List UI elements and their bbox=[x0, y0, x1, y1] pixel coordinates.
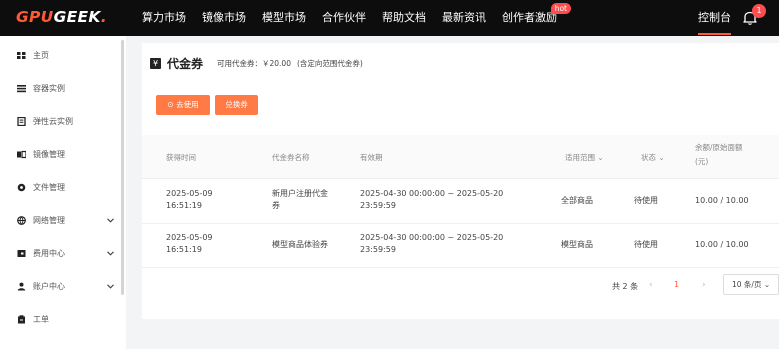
disk-icon bbox=[17, 183, 26, 192]
column-header-amount: 余额/原始面额 bbox=[695, 143, 743, 152]
sidebar-item-account-center[interactable]: 账户中心 bbox=[0, 270, 121, 303]
nav-model-market[interactable]: 模型市场 bbox=[262, 0, 306, 36]
voucher-card: ¥ 代金券 可用代金券：￥20.00 (含定向范围代金券) ⊙ 去使用 兑换券 获… bbox=[142, 43, 779, 319]
globe-icon bbox=[17, 216, 26, 225]
nav-creator-incentive[interactable]: 创作者激励 hot bbox=[502, 0, 571, 36]
nav-compute-market[interactable]: 算力市场 bbox=[142, 0, 186, 36]
table-row: 2025-05-09 16:51:19 模型商品体验券 2025-04-30 00… bbox=[142, 224, 779, 268]
column-header-amount-unit: (元) bbox=[695, 157, 709, 166]
column-header-scope-label: 适用范围 bbox=[565, 153, 595, 162]
column-header-name: 代金券名称 bbox=[272, 153, 310, 162]
voucher-table-header: 获得时间 代金券名称 有效期 适用范围 ⌄ 状态 ⌄ 余额/原始面额 (元) bbox=[142, 135, 779, 179]
page-size-select[interactable]: 10 条/页 ⌄ bbox=[723, 274, 779, 295]
sidebar-item-tickets[interactable]: 工单 bbox=[0, 303, 121, 336]
cell-scope: 全部商品 bbox=[561, 196, 593, 205]
chevron-down-icon bbox=[107, 218, 114, 223]
chevron-down-icon: ⌄ bbox=[597, 153, 604, 162]
sidebar-item-containers[interactable]: 容器实例 bbox=[0, 72, 121, 105]
nav-console[interactable]: 控制台 bbox=[698, 0, 731, 36]
cell-status: 待使用 bbox=[634, 196, 658, 205]
cell-amount: 10.00 / 10.00 bbox=[695, 240, 749, 249]
chevron-left-icon[interactable]: ‹ bbox=[649, 280, 653, 290]
cell-amount: 10.00 / 10.00 bbox=[695, 196, 749, 205]
sidebar-item-image-management[interactable]: 镜像管理 bbox=[0, 138, 121, 171]
chevron-down-icon: ⌄ bbox=[763, 280, 771, 289]
grid-icon bbox=[17, 52, 26, 59]
sidebar-item-label: 网络管理 bbox=[33, 216, 65, 225]
nav-creator-incentive-label: 创作者激励 bbox=[502, 11, 557, 24]
sidebar: 主页 容器实例 弹性云实例 镜像管理 文件管理 网络管理 费用中心 账户中心 工… bbox=[0, 36, 126, 349]
table-row: 2025-05-09 16:51:19 新用户注册代金券 2025-04-30 0… bbox=[142, 180, 779, 224]
main-nav: 算力市场 镜像市场 模型市场 合作伙伴 帮助文档 最新资讯 创作者激励 hot bbox=[142, 0, 573, 36]
sidebar-item-billing-center[interactable]: 费用中心 bbox=[0, 237, 121, 270]
column-header-time: 获得时间 bbox=[166, 153, 196, 162]
column-header-scope[interactable]: 适用范围 ⌄ bbox=[565, 152, 604, 163]
nav-help-docs[interactable]: 帮助文档 bbox=[382, 0, 426, 36]
sidebar-item-label: 文件管理 bbox=[33, 183, 65, 192]
sidebar-scrollbar[interactable] bbox=[121, 40, 124, 295]
nav-news[interactable]: 最新资讯 bbox=[442, 0, 486, 36]
column-header-status[interactable]: 状态 ⌄ bbox=[641, 152, 665, 163]
sidebar-item-label: 工单 bbox=[33, 315, 49, 324]
circle-arrow-icon: ⊙ bbox=[167, 100, 177, 109]
column-header-status-label: 状态 bbox=[641, 153, 656, 162]
column-header-validity: 有效期 bbox=[360, 153, 383, 162]
page-header: ¥ 代金券 bbox=[150, 55, 203, 72]
sidebar-item-network-management[interactable]: 网络管理 bbox=[0, 204, 121, 237]
pagination-total: 共 2 条 bbox=[612, 282, 639, 291]
sidebar-item-label: 账户中心 bbox=[33, 282, 65, 291]
yen-icon: ¥ bbox=[150, 58, 161, 69]
chevron-down-icon bbox=[107, 284, 114, 289]
cell-status: 待使用 bbox=[634, 240, 658, 249]
sidebar-item-label: 镜像管理 bbox=[33, 150, 65, 159]
sidebar-item-file-management[interactable]: 文件管理 bbox=[0, 171, 121, 204]
sidebar-item-label: 主页 bbox=[33, 51, 49, 60]
cell-voucher-name: 新用户注册代金券 bbox=[272, 189, 328, 210]
sidebar-item-home[interactable]: 主页 bbox=[0, 39, 121, 72]
chevron-down-icon bbox=[107, 251, 114, 256]
sidebar-item-elastic-cloud[interactable]: 弹性云实例 bbox=[0, 105, 121, 138]
wallet-icon bbox=[17, 250, 26, 257]
cell-scope: 模型商品 bbox=[561, 240, 593, 249]
cell-validity: 2025-04-30 00:00:00 ~ 2025-05-20 23:59:59 bbox=[360, 189, 504, 210]
gpugeek-logo[interactable]: GPUGEEK. bbox=[16, 8, 107, 26]
nav-partners[interactable]: 合作伙伴 bbox=[322, 0, 366, 36]
page-size-value: 10 条/页 bbox=[732, 280, 762, 289]
use-voucher-label: 去使用 bbox=[176, 100, 199, 109]
sidebar-item-label: 容器实例 bbox=[33, 84, 65, 93]
sidebar-item-label: 费用中心 bbox=[33, 249, 65, 258]
chevron-down-icon: ⌄ bbox=[658, 153, 665, 162]
page-title: 代金券 bbox=[167, 57, 204, 71]
cell-voucher-name: 模型商品体验券 bbox=[272, 240, 328, 249]
voucher-balance: 可用代金券：￥20.00 (含定向范围代金券) bbox=[217, 58, 363, 69]
cell-validity: 2025-04-30 00:00:00 ~ 2025-05-20 23:59:59 bbox=[360, 233, 504, 254]
image-icon bbox=[17, 150, 26, 159]
hot-badge: hot bbox=[550, 3, 571, 14]
cell-time: 2025-05-09 16:51:19 bbox=[166, 189, 213, 210]
use-voucher-button[interactable]: ⊙ 去使用 bbox=[156, 95, 210, 115]
chevron-right-icon[interactable]: › bbox=[702, 280, 706, 290]
user-icon bbox=[17, 282, 26, 291]
redeem-voucher-button[interactable]: 兑换券 bbox=[215, 95, 258, 115]
balance-note: (含定向范围代金券) bbox=[296, 59, 363, 68]
top-navbar: GPUGEEK. 算力市场 镜像市场 模型市场 合作伙伴 帮助文档 最新资讯 创… bbox=[0, 0, 779, 36]
balance-amount: 可用代金券：￥20.00 bbox=[217, 59, 291, 68]
cell-time: 2025-05-09 16:51:19 bbox=[166, 233, 213, 254]
sidebar-item-label: 弹性云实例 bbox=[33, 117, 73, 126]
nav-image-market[interactable]: 镜像市场 bbox=[202, 0, 246, 36]
ticket-icon bbox=[18, 315, 25, 324]
notification-badge: 1 bbox=[752, 4, 766, 18]
list-icon bbox=[17, 85, 26, 93]
pagination-page[interactable]: 1 bbox=[674, 280, 679, 289]
document-icon bbox=[17, 117, 26, 126]
